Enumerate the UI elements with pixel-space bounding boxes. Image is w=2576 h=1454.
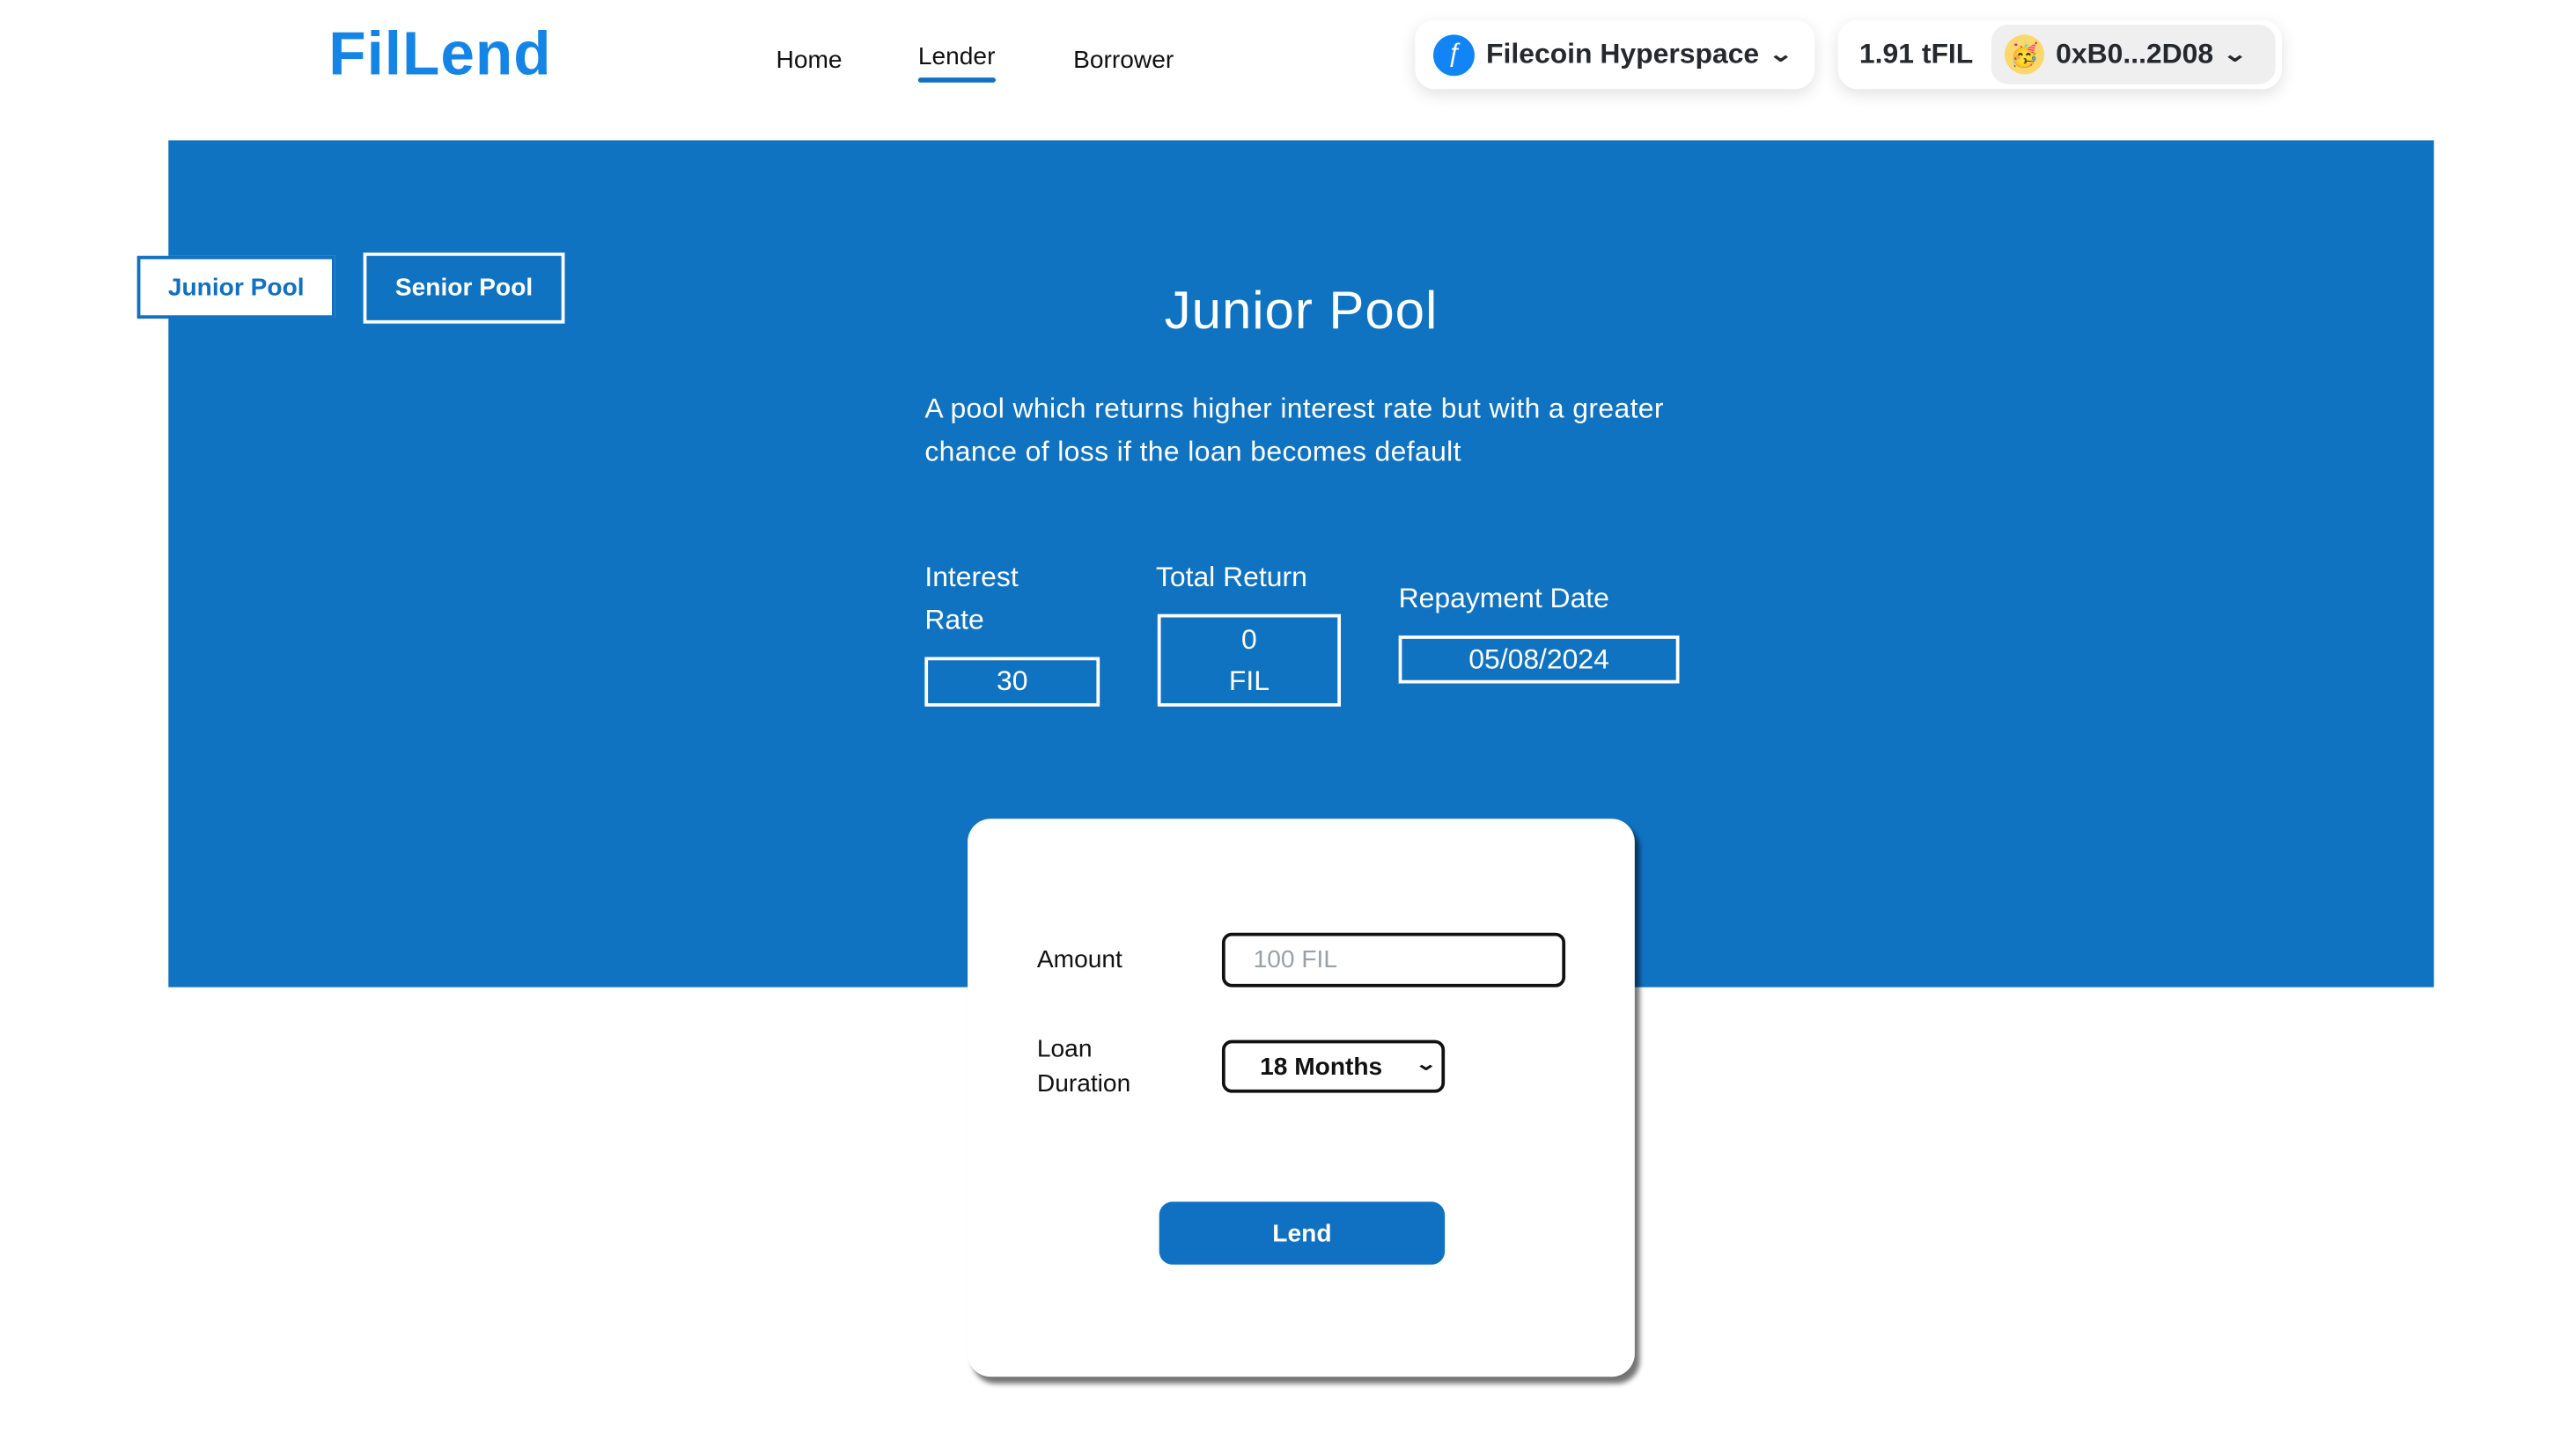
- repayment-date-value: 05/08/2024: [1398, 635, 1680, 684]
- tab-junior-pool[interactable]: Junior Pool: [136, 255, 335, 319]
- chevron-down-icon: ⌄: [1414, 1054, 1438, 1076]
- page-title: Junior Pool: [1164, 280, 1439, 341]
- label-line: Rate: [924, 604, 984, 636]
- avatar: 🥳: [2004, 34, 2044, 75]
- nav-borrower[interactable]: Borrower: [1073, 47, 1174, 75]
- account-address: 0xB0...2D08: [2056, 38, 2214, 70]
- network-name: Filecoin Hyperspace: [1486, 38, 1760, 70]
- chevron-down-icon: ⌄: [2223, 40, 2248, 67]
- network-selector[interactable]: ƒ Filecoin Hyperspace ⌄: [1415, 19, 1815, 90]
- filecoin-icon: ƒ: [1433, 33, 1475, 76]
- wallet-pill: 1.91 tFIL 🥳 0xB0...2D08 ⌄: [1837, 19, 2283, 90]
- interest-rate-label: Interest Rate: [924, 556, 1018, 643]
- nav-home[interactable]: Home: [776, 47, 843, 75]
- total-return-unit: FIL: [1228, 665, 1270, 697]
- amount-input[interactable]: 100 FIL: [1221, 932, 1566, 988]
- pool-description: A pool which returns higher interest rat…: [924, 393, 1664, 467]
- account-button[interactable]: 🥳 0xB0...2D08 ⌄: [1991, 25, 2276, 84]
- chevron-down-icon: ⌄: [1769, 40, 1794, 67]
- selected-duration: 18 Months: [1260, 1052, 1383, 1081]
- interest-rate-value: 30: [924, 657, 1100, 707]
- lend-button[interactable]: Lend: [1159, 1201, 1446, 1265]
- loan-duration-select[interactable]: 18 Months ⌄: [1221, 1039, 1446, 1093]
- nav-lender[interactable]: Lender: [917, 43, 995, 83]
- logo[interactable]: FilLend: [328, 20, 551, 90]
- label-line: Duration: [1036, 1069, 1131, 1098]
- balance: 1.91 tFIL: [1858, 38, 1974, 70]
- label-line: Loan: [1036, 1035, 1093, 1063]
- repayment-date-label: Repayment Date: [1398, 583, 1609, 614]
- loan-duration-label: Loan Duration: [1037, 1032, 1130, 1101]
- total-return-label: Total Return: [1155, 561, 1307, 593]
- tab-senior-pool[interactable]: Senior Pool: [363, 252, 565, 324]
- total-return-amount: 0: [1241, 623, 1257, 656]
- label-line: Interest: [924, 561, 1019, 593]
- total-return-value: 0 FIL: [1157, 613, 1341, 707]
- amount-label: Amount: [1036, 945, 1122, 974]
